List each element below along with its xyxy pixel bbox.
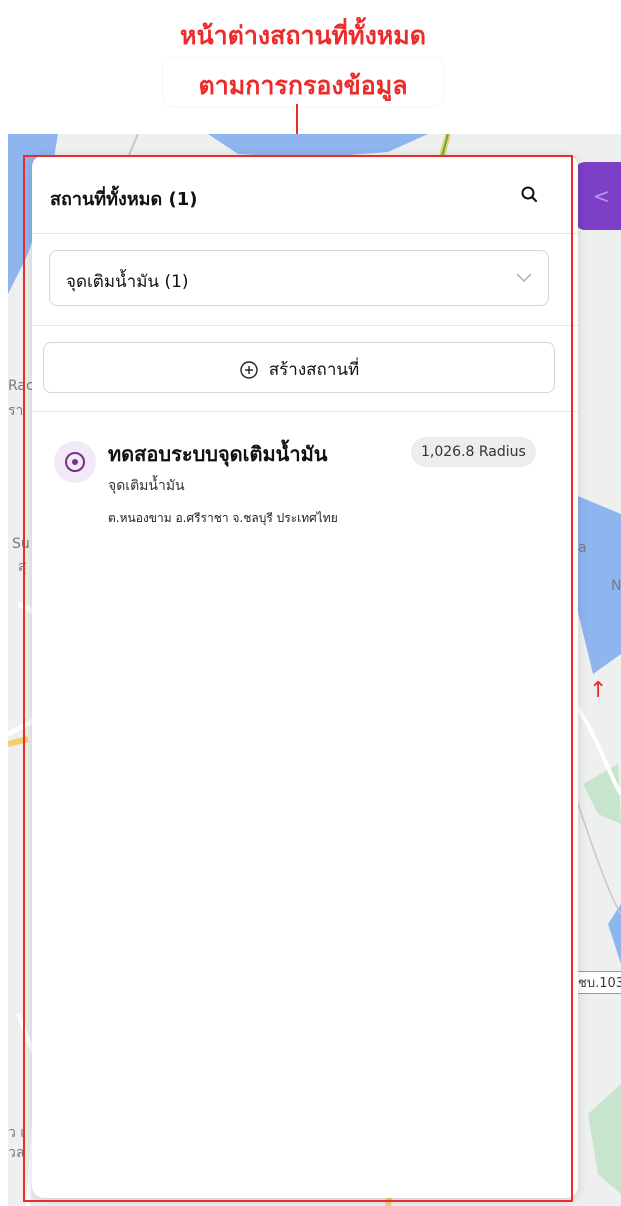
map-label: สุ bbox=[18, 559, 27, 575]
collapse-panel-button[interactable]: < bbox=[575, 162, 621, 230]
chevron-down-icon bbox=[516, 273, 532, 282]
chevron-left-icon: < bbox=[593, 184, 610, 208]
create-place-row: สร้างสถานที่ bbox=[32, 325, 578, 412]
plus-circle-icon bbox=[240, 360, 258, 379]
place-category: จุดเติมน้ำมัน bbox=[108, 478, 185, 494]
category-filter-value: จุดเติมน้ำมัน (1) bbox=[66, 272, 189, 292]
panel-title: สถานที่ทั้งหมด (1) bbox=[50, 189, 198, 210]
create-place-label: สร้างสถานที่ bbox=[268, 360, 360, 380]
callout-line-2: ตามการกรองข้อมูล bbox=[198, 71, 408, 100]
place-address: ต.หนองขาม อ.ศรีราชา จ.ชลบุรี ประเทศไทย bbox=[108, 511, 338, 525]
map-label: N bbox=[611, 578, 621, 594]
road-label: ชบ.103 bbox=[575, 971, 621, 994]
callout-line-1: หน้าต่างสถานที่ทั้งหมด bbox=[180, 21, 426, 50]
search-button[interactable] bbox=[518, 183, 542, 207]
all-places-panel: สถานที่ทั้งหมด (1) จุดเติมน้ำมัน (1) สร้… bbox=[32, 155, 578, 1198]
list-item[interactable]: ทดสอบระบบจุดเติมน้ำมัน 1,026.8 Radius จุ… bbox=[32, 411, 578, 551]
place-radius-badge: 1,026.8 Radius bbox=[411, 437, 536, 467]
place-name: ทดสอบระบบจุดเติมน้ำมัน bbox=[108, 442, 328, 466]
panel-header: สถานที่ทั้งหมด (1) bbox=[32, 155, 578, 234]
map-label: a bbox=[578, 540, 587, 556]
category-filter-select[interactable]: จุดเติมน้ำมัน (1) bbox=[49, 250, 549, 306]
callout: หน้าต่างสถานที่ทั้งหมด ตามการกรองข้อมูล bbox=[150, 4, 456, 106]
filter-row: จุดเติมน้ำมัน (1) bbox=[32, 233, 578, 326]
map-label: รา bbox=[8, 403, 24, 419]
map-label: ว เ bbox=[8, 1125, 26, 1141]
target-icon bbox=[54, 441, 96, 483]
create-place-button[interactable]: สร้างสถานที่ bbox=[43, 342, 555, 393]
map-label: Su bbox=[12, 536, 30, 552]
map-label: วล bbox=[8, 1145, 25, 1161]
map-arrow-marker: ↑ bbox=[589, 678, 608, 703]
map-label: Rac bbox=[8, 378, 34, 394]
search-icon bbox=[521, 186, 538, 203]
